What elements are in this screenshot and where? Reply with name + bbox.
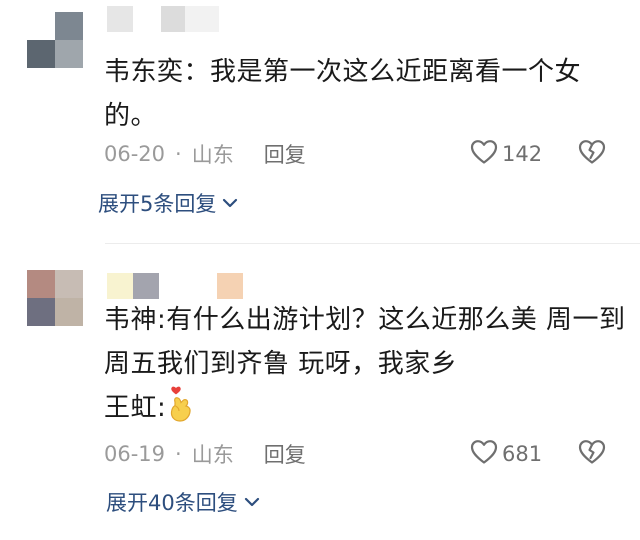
username-blurred[interactable] — [107, 273, 243, 299]
comment-meta: 06-19 · 山东 回复 — [104, 439, 306, 469]
avatar[interactable] — [27, 12, 83, 68]
comment-location: 山东 — [191, 143, 234, 167]
broken-heart-icon — [578, 439, 606, 469]
comment-text-line: 王虹: — [104, 386, 624, 430]
heart-outline-icon — [470, 139, 498, 170]
comment-date: 06-19 — [104, 442, 166, 466]
reply-button[interactable]: 回复 — [264, 139, 306, 169]
dislike-button[interactable] — [578, 139, 606, 169]
username-segment — [185, 6, 219, 32]
username-segment — [161, 6, 185, 32]
comment-text: 韦东奕：我是第一次这么近距离看一个女 的。 — [104, 50, 624, 138]
username-segment — [107, 273, 133, 299]
comment-item: 韦神:有什么出游计划？这么近那么美 周一到 周五我们到齐鲁 玩呀，我家乡 王虹:… — [0, 244, 640, 540]
like-count: 681 — [502, 442, 543, 466]
broken-heart-icon — [578, 139, 606, 169]
like-button[interactable]: 681 — [470, 439, 542, 469]
avatar-tile — [55, 298, 83, 326]
username-segment — [217, 273, 243, 299]
heart-outline-icon — [470, 439, 498, 470]
like-button[interactable]: 142 — [470, 139, 542, 169]
comment-date: 06-20 — [104, 142, 166, 166]
comment-text-line: 周五我们到齐鲁 玩呀，我家乡 — [104, 349, 458, 379]
comment-item: 韦东奕：我是第一次这么近距离看一个女 的。 06-20 · 山东 回复 142 … — [0, 0, 640, 240]
comment-text-line: 韦神:有什么出游计划？这么近那么美 周一到 — [104, 305, 626, 335]
avatar-tile — [27, 12, 55, 40]
avatar-tile — [55, 270, 83, 298]
comment-text-line: 的。 — [104, 101, 158, 131]
chevron-down-icon — [222, 197, 238, 209]
finger-heart-emoji-icon — [166, 384, 196, 426]
reply-button[interactable]: 回复 — [264, 439, 306, 469]
avatar-tile — [27, 270, 55, 298]
username-segment — [107, 6, 133, 32]
avatar-tile — [27, 40, 55, 68]
comment-text-line: 韦东奕：我是第一次这么近距离看一个女 — [104, 57, 582, 87]
username-blurred[interactable] — [107, 6, 219, 32]
chevron-down-icon — [244, 496, 260, 508]
expand-replies-label: 展开5条回复 — [98, 192, 217, 216]
username-segment — [133, 273, 159, 299]
dislike-button[interactable] — [578, 439, 606, 469]
comment-meta: 06-20 · 山东 回复 — [104, 139, 306, 169]
meta-separator: · — [175, 442, 182, 466]
like-count: 142 — [502, 142, 543, 166]
avatar[interactable] — [27, 270, 83, 326]
comment-text: 韦神:有什么出游计划？这么近那么美 周一到 周五我们到齐鲁 玩呀，我家乡 王虹: — [104, 298, 626, 430]
expand-replies-label: 展开40条回复 — [106, 491, 238, 515]
meta-separator: · — [175, 142, 182, 166]
avatar-tile — [55, 40, 83, 68]
expand-replies-button[interactable]: 展开40条回复 — [106, 487, 260, 517]
avatar-tile — [27, 298, 55, 326]
expand-replies-button[interactable]: 展开5条回复 — [98, 188, 238, 218]
comment-location: 山东 — [191, 443, 234, 467]
comment-text-fragment: 王虹: — [104, 393, 167, 423]
avatar-tile — [55, 12, 83, 40]
